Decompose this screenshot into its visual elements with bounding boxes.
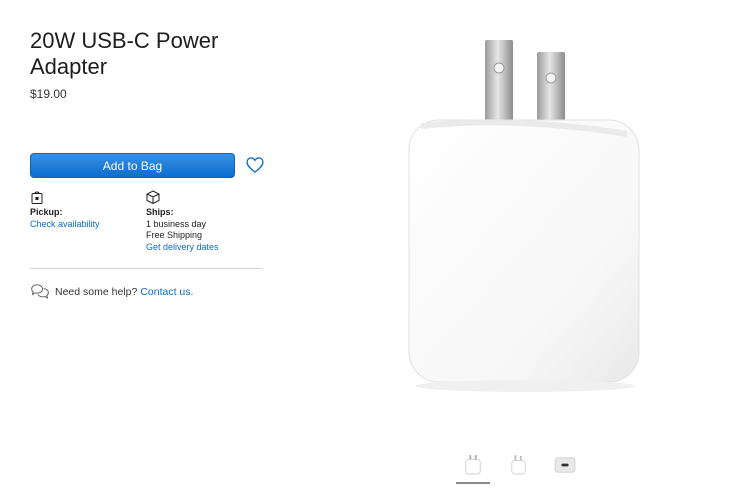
help-row: Need some help? Contact us. — [30, 283, 193, 300]
thumbnail-3[interactable] — [551, 450, 579, 480]
chat-bubbles-icon — [31, 284, 49, 299]
section-divider — [30, 268, 263, 269]
heart-icon — [246, 157, 264, 173]
adapter-angle-icon — [511, 455, 526, 475]
favorite-button[interactable] — [245, 155, 265, 175]
thumbnail-selected-indicator — [456, 482, 490, 484]
pickup-info: Pickup: Check availability — [30, 190, 130, 230]
add-to-bag-button[interactable]: Add to Bag — [30, 153, 235, 178]
help-text: Need some help? — [55, 285, 138, 298]
store-bag-icon — [31, 191, 43, 204]
product-price: $19.00 — [30, 87, 67, 101]
get-delivery-dates-link[interactable]: Get delivery dates — [146, 242, 266, 254]
pickup-label: Pickup: — [30, 207, 63, 217]
ships-time: 1 business day — [146, 218, 207, 229]
product-image — [408, 40, 640, 392]
ships-label: Ships: — [146, 207, 174, 217]
product-title: 20W USB-C Power Adapter — [30, 28, 219, 79]
shipping-info: Ships: 1 business day Free Shipping Get … — [146, 190, 266, 253]
adapter-port-icon — [554, 457, 576, 473]
check-availability-link[interactable]: Check availability — [30, 219, 130, 231]
contact-us-link[interactable]: Contact us. — [140, 286, 193, 298]
ships-cost: Free Shipping — [146, 230, 203, 240]
thumbnail-1[interactable] — [459, 450, 487, 480]
box-icon — [146, 190, 160, 204]
adapter-front-icon — [465, 455, 481, 475]
thumbnail-2[interactable] — [505, 450, 533, 480]
